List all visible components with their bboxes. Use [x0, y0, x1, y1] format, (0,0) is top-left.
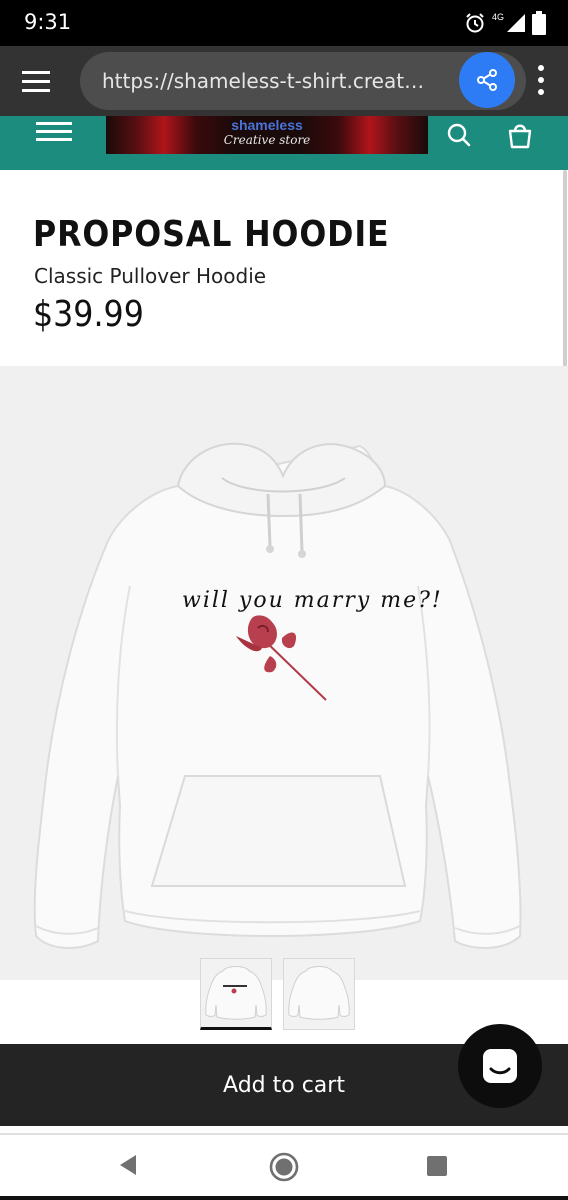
- hamburger-icon: [36, 122, 72, 125]
- product-price: $39.99: [33, 294, 144, 335]
- signal-icon: [507, 14, 525, 32]
- shopping-bag-icon: [508, 124, 532, 149]
- hoodie-print-text: will you marry me?!: [182, 588, 443, 613]
- product-info: PROPOSAL HOODIE Classic Pullover Hoodie …: [0, 170, 568, 366]
- store-search-button[interactable]: [446, 122, 472, 148]
- thumbnail-front[interactable]: [200, 958, 272, 1030]
- logo-bottom-text: Creative store: [223, 133, 311, 147]
- chat-button[interactable]: [458, 1024, 542, 1108]
- page-scrollbar[interactable]: [563, 170, 567, 385]
- search-icon: [447, 123, 471, 147]
- url-text: https://shameless-t-shirt.creator...: [102, 69, 432, 93]
- thumbnail-back[interactable]: [283, 958, 355, 1030]
- network-label: 4G: [491, 12, 504, 22]
- hamburger-icon: [22, 71, 50, 92]
- product-image[interactable]: will you marry me?!: [0, 366, 568, 980]
- chat-icon: [483, 1049, 517, 1083]
- system-nav-bar: [0, 1135, 568, 1200]
- nav-bottom-edge: [0, 1196, 568, 1200]
- shopping-bag-button[interactable]: [507, 120, 533, 150]
- store-header: shameless Creative store: [0, 116, 568, 170]
- more-options-button[interactable]: [528, 60, 554, 100]
- product-title: PROPOSAL HOODIE: [33, 214, 390, 255]
- browser-menu-button[interactable]: [18, 63, 54, 99]
- store-menu-button[interactable]: [36, 122, 74, 142]
- more-vertical-icon: [538, 65, 544, 71]
- battery-icon: [532, 11, 546, 35]
- home-icon[interactable]: [268, 1151, 300, 1183]
- back-icon[interactable]: [116, 1153, 140, 1177]
- hoodie-thumbnail-icon: [205, 966, 267, 1020]
- status-bar: 9:31 4G: [0, 0, 568, 46]
- status-time: 9:31: [24, 10, 72, 34]
- status-icons: 4G: [464, 10, 546, 36]
- logo-top-text: shameless: [231, 117, 303, 133]
- hoodie-illustration: [33, 442, 522, 949]
- store-logo[interactable]: shameless Creative store: [106, 116, 428, 154]
- recents-icon[interactable]: [427, 1156, 447, 1176]
- hoodie-thumbnail-back-icon: [288, 966, 350, 1020]
- share-icon: [477, 69, 497, 91]
- screen: 9:31 4G https://shameless-t-shirt.creato…: [0, 0, 568, 1200]
- share-button[interactable]: [459, 52, 515, 108]
- product-subtitle: Classic Pullover Hoodie: [34, 264, 267, 288]
- alarm-icon: [466, 13, 484, 33]
